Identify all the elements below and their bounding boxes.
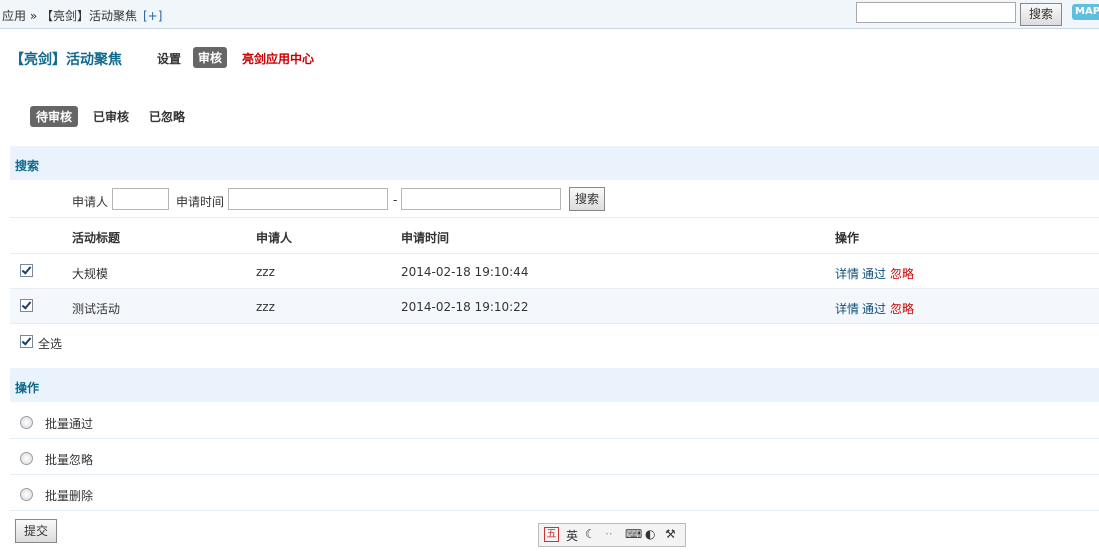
nav-review-tab[interactable]: 审核 — [193, 47, 228, 68]
batch-delete-radio[interactable] — [20, 488, 33, 501]
row-title: 测试活动 — [72, 302, 121, 316]
row-checkbox[interactable] — [20, 299, 33, 312]
op-row-delete: 批量删除 — [10, 475, 1099, 511]
nav-app-center-link[interactable]: 亮剑应用中心 — [242, 50, 314, 67]
select-all-row: 全选 — [10, 324, 1099, 358]
top-bar: 应用 » 【亮剑】活动聚焦 [+] 搜索 MAP — [0, 0, 1099, 29]
ime-logo-icon[interactable]: 五 — [544, 527, 559, 542]
ignore-link[interactable]: 忽略 — [890, 300, 914, 317]
breadcrumb: 应用 » 【亮剑】活动聚焦 [+] — [2, 7, 162, 24]
col-actions-header: 操作 — [835, 231, 860, 245]
search-section-header: 搜索 — [10, 146, 1099, 180]
subtab-pending[interactable]: 待审核 — [30, 106, 79, 127]
search-section-title: 搜索 — [15, 159, 40, 173]
row-applicant: zzz — [256, 300, 275, 314]
ime-toolbar: 五 英 ☾ ·· ⌨ ◐ ⚒ — [538, 523, 686, 547]
submit-button[interactable]: 提交 — [15, 519, 57, 543]
select-all-checkbox[interactable] — [20, 335, 33, 348]
row-time: 2014-02-18 19:10:22 — [401, 300, 529, 314]
op-row-pass: 批量通过 — [10, 403, 1099, 439]
batch-delete-label[interactable]: 批量删除 — [45, 487, 93, 504]
subtab-ignored[interactable]: 已忽略 — [149, 108, 185, 125]
table-row: 测试活动 zzz 2014-02-18 19:10:22 详情 通过 忽略 — [10, 289, 1099, 324]
row-time: 2014-02-18 19:10:44 — [401, 265, 529, 279]
add-shortcut-link[interactable]: [+] — [143, 9, 162, 23]
time-end-input[interactable] — [401, 188, 561, 210]
detail-link[interactable]: 详情 — [835, 265, 859, 282]
table-row: 大规模 zzz 2014-02-18 19:10:44 详情 通过 忽略 — [10, 254, 1099, 289]
global-search-input[interactable] — [856, 2, 1016, 23]
detail-link[interactable]: 详情 — [835, 300, 859, 317]
ops-section-header: 操作 — [10, 368, 1099, 402]
ops-section-title: 操作 — [15, 381, 40, 395]
skin-icon[interactable]: ◐ — [645, 527, 655, 541]
row-checkbox[interactable] — [20, 264, 33, 277]
pass-link[interactable]: 通过 — [862, 265, 886, 282]
app-title[interactable]: 【亮剑】活动聚焦 — [10, 49, 122, 69]
search-filter-row: 申请人 申请时间 - 搜索 — [10, 181, 1099, 218]
subtab-reviewed[interactable]: 已审核 — [93, 108, 129, 125]
search-button[interactable]: 搜索 — [569, 187, 605, 211]
time-label: 申请时间 — [176, 195, 225, 209]
applicant-input[interactable] — [112, 188, 169, 210]
row-title: 大规模 — [72, 267, 109, 281]
batch-ignore-label[interactable]: 批量忽略 — [45, 451, 93, 468]
batch-ignore-radio[interactable] — [20, 452, 33, 465]
col-time-header: 申请时间 — [401, 231, 450, 245]
map-badge[interactable]: MAP — [1072, 4, 1099, 20]
batch-pass-label[interactable]: 批量通过 — [45, 415, 93, 432]
punctuation-icon[interactable]: ·· — [605, 527, 613, 541]
batch-pass-radio[interactable] — [20, 416, 33, 429]
ignore-link[interactable]: 忽略 — [890, 265, 914, 282]
moon-icon[interactable]: ☾ — [585, 527, 596, 541]
nav-setting-link[interactable]: 设置 — [157, 50, 181, 67]
keyboard-icon[interactable]: ⌨ — [625, 527, 642, 541]
time-start-input[interactable] — [228, 188, 388, 210]
ime-mode[interactable]: 英 — [566, 527, 578, 544]
col-applicant-header: 申请人 — [256, 231, 293, 245]
time-separator: - — [393, 193, 398, 207]
breadcrumb-text: 应用 » 【亮剑】活动聚焦 — [2, 9, 137, 23]
applicant-label: 申请人 — [72, 195, 109, 209]
wrench-icon[interactable]: ⚒ — [665, 527, 676, 541]
table-header-row: 活动标题 申请人 申请时间 操作 — [10, 218, 1099, 254]
global-search-button[interactable]: 搜索 — [1020, 3, 1062, 26]
row-applicant: zzz — [256, 265, 275, 279]
select-all-label[interactable]: 全选 — [38, 335, 62, 352]
col-title-header: 活动标题 — [72, 231, 121, 245]
op-row-ignore: 批量忽略 — [10, 439, 1099, 475]
pass-link[interactable]: 通过 — [862, 300, 886, 317]
